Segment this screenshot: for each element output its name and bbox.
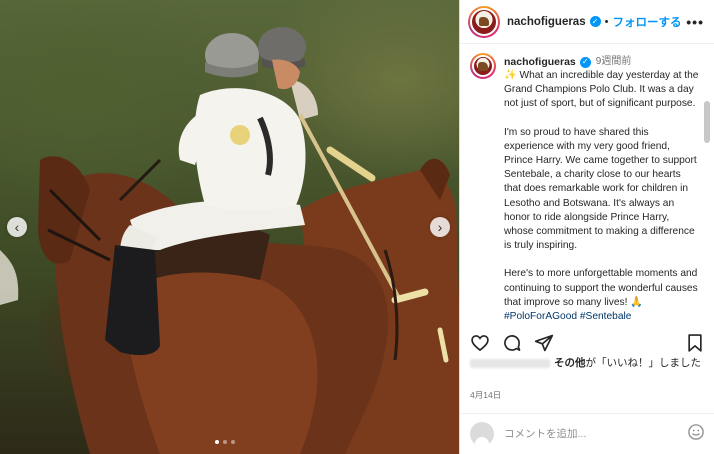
carousel-dot [231,440,235,444]
caption-body: nachofigueras ✓ 9週間前 ✨ What an incredibl… [504,53,700,320]
comment-composer [460,413,714,454]
caption-hashtags[interactable]: #PoloForAGood #Sentebale [504,311,631,320]
carousel-dots [215,440,235,444]
profile-avatar[interactable] [468,5,500,38]
caption-text: ✨ What an incredible day yesterday at th… [504,69,700,320]
chevron-left-icon: ‹ [14,219,20,235]
carousel-dot [215,440,219,444]
horse-logo-icon [472,55,494,77]
smiley-icon[interactable] [687,423,705,446]
caption: nachofigueras ✓ 9週間前 ✨ What an incredibl… [470,53,701,320]
likes-summary[interactable]: その他が「いいね！」しました [470,356,706,371]
carousel-dot [223,440,227,444]
likes-others[interactable]: その他 [554,357,586,369]
follow-button[interactable]: フォローする [612,14,681,30]
post-date[interactable]: 4月14日 [470,389,501,401]
more-options-icon[interactable]: ••• [686,14,704,30]
comment-input[interactable] [504,428,674,440]
caption-username[interactable]: nachofigueras [504,55,576,69]
action-bar [460,326,714,360]
header-username[interactable]: nachofigueras [507,16,586,28]
caption-header: nachofigueras ✓ 9週間前 [504,55,700,69]
verified-badge-icon: ✓ [579,56,591,68]
chevron-right-icon: › [437,219,443,235]
post-photo[interactable]: ‹ › [0,0,459,454]
comments-section[interactable]: nachofigueras ✓ 9週間前 ✨ What an incredibl… [460,45,714,320]
heart-icon[interactable] [470,333,490,353]
caption-time[interactable]: 9週間前 [596,55,632,69]
post-header: nachofigueras ✓ • フォローする ••• [460,0,714,44]
separator-dot: • [604,15,609,28]
caption-paragraph: Here's to more unforgettable moments and… [504,267,700,320]
comment-icon[interactable] [502,333,522,353]
caption-paragraph: I'm so proud to have shared this experie… [504,126,697,252]
caption-avatar[interactable] [470,53,496,79]
carousel-prev-button[interactable]: ‹ [7,217,27,237]
polo-photo-illustration [0,27,459,454]
likes-text: が「いいね！」しました [585,357,702,369]
horse-logo-icon [470,7,498,36]
bookmark-icon[interactable] [685,333,705,353]
carousel-next-button[interactable]: › [430,217,450,237]
user-avatar-icon [470,422,494,446]
blurred-username [470,358,550,368]
send-icon[interactable] [534,333,554,353]
caption-paragraph: ✨ What an incredible day yesterday at th… [504,70,699,110]
caption-paragraph-text: Here's to more unforgettable moments and… [504,268,698,308]
verified-badge-icon: ✓ [589,16,601,27]
comments-scrollbar[interactable] [704,101,710,143]
post-side-panel: nachofigueras ✓ • フォローする ••• nachofiguer… [459,0,714,454]
